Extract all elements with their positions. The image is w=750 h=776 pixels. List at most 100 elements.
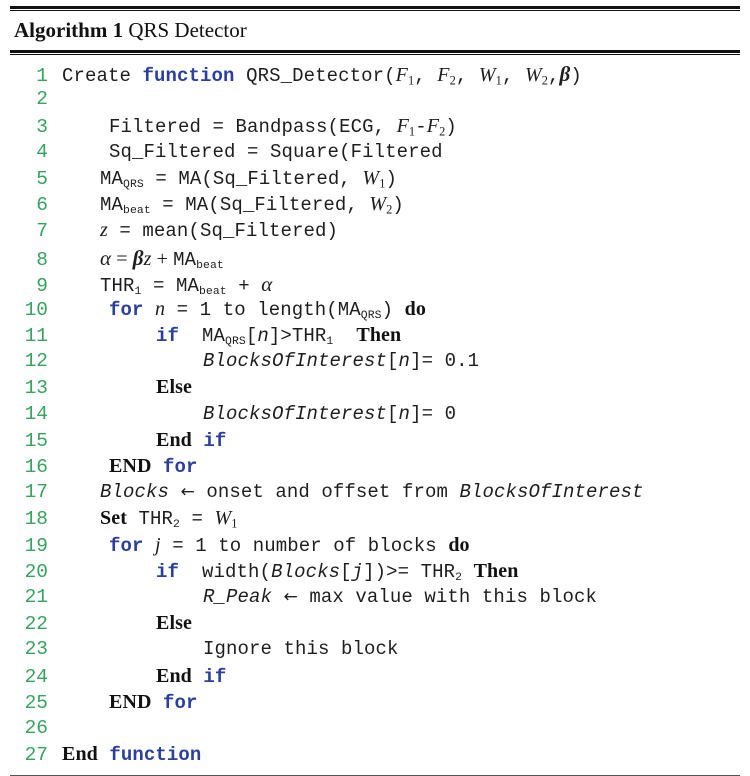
line-content: z = mean(Sq_Filtered)	[100, 219, 338, 243]
var-n: n	[398, 350, 411, 373]
token-to: to	[218, 534, 242, 557]
title-rule	[10, 50, 740, 54]
param-w1: W1	[478, 64, 502, 88]
line-number: 27	[24, 744, 48, 767]
token-thr: THR	[420, 560, 456, 583]
token-number-of-blocks: number of blocks	[252, 534, 437, 557]
value-point-one: 0.1	[444, 350, 480, 373]
code-line: 21 R_Peak ← max value with this block	[0, 586, 750, 612]
line-number: 3	[36, 115, 48, 138]
keyword-function: function	[109, 744, 202, 767]
token-thr: THR	[100, 274, 135, 297]
algorithm-title: Algorithm 1 QRS Detector	[0, 11, 750, 50]
line-content: Ignore this block	[48, 638, 399, 660]
code-line: 22 Else	[0, 612, 750, 638]
line-content: Else	[48, 376, 192, 399]
param-w2: W2	[524, 64, 549, 88]
token-ma: MA	[173, 248, 197, 271]
line-number: 21	[24, 585, 48, 608]
token-sq-filtered: Sq_Filtered	[219, 194, 347, 217]
line-content: End if	[48, 665, 226, 688]
line-number: 18	[24, 508, 48, 531]
line-number: 14	[24, 402, 48, 425]
code-line: 24 End if	[0, 665, 750, 691]
token-sq-filtered: Sq_Filtered	[109, 140, 236, 163]
code-line: 18 Set THR2 = W1	[0, 507, 750, 533]
token-to: to	[222, 298, 246, 321]
code-line: 7 z = mean(Sq_Filtered)	[0, 219, 750, 245]
keyword-function: function	[142, 65, 235, 88]
param-w1: W1	[214, 507, 238, 531]
line-content: Create function QRS_Detector(F1, F2, W1,…	[62, 62, 582, 88]
code-line: 20 if width(Blocks[j])>= THR2 Then	[0, 560, 750, 586]
var-z: z	[100, 219, 108, 242]
token-create: Create	[62, 65, 132, 88]
line-number: 17	[24, 481, 48, 504]
keyword-then: Then	[356, 324, 402, 347]
token-blocks-of-interest: BlocksOfInterest	[203, 402, 388, 425]
algorithm-name: QRS Detector	[128, 18, 247, 42]
token-ecg: ECG	[339, 115, 374, 138]
param-f2: F2	[426, 114, 446, 139]
value-one: 1	[199, 298, 212, 321]
subscript-qrs: QRS	[360, 309, 382, 322]
token-length: length	[257, 298, 327, 321]
token-mean: mean	[142, 220, 189, 243]
keyword-do: do	[448, 533, 470, 556]
keyword-do: do	[404, 297, 426, 320]
line-content: BlocksOfInterest[n]= 0	[203, 402, 457, 425]
keyword-if: if	[203, 429, 227, 452]
pseudocode-body: 1 Create function QRS_Detector(F1, F2, W…	[0, 55, 750, 771]
code-line: 14 BlocksOfInterest[n]= 0	[0, 403, 750, 429]
value-one: 1	[195, 534, 207, 557]
line-content: Set THR2 = W1	[100, 507, 238, 532]
subscript-beat: beat	[123, 205, 151, 218]
token-max-value: max value with this block	[309, 585, 597, 608]
line-number: 15	[24, 429, 48, 452]
code-line: 15 End if	[0, 429, 750, 455]
token-square: Square	[270, 140, 340, 163]
line-content: for j = 1 to number of blocks do	[109, 533, 470, 557]
token-ma: MA	[175, 274, 199, 297]
subscript-beat: beat	[198, 285, 227, 298]
subscript-qrs: QRS	[225, 336, 246, 349]
token-width: width	[202, 560, 260, 583]
keyword-if: if	[156, 325, 180, 348]
var-alpha: α	[261, 271, 273, 296]
token-ma: MA	[100, 194, 124, 217]
line-content: Else	[48, 612, 192, 635]
line-content: MAQRS = MA(Sq_Filtered, W1)	[100, 166, 397, 191]
var-n: n	[257, 325, 269, 348]
token-filtered: Filtered	[109, 115, 202, 138]
keyword-for: for	[163, 691, 198, 714]
token-onset-offset: onset and offset from	[206, 481, 448, 504]
var-beta: β	[132, 245, 144, 270]
param-w2: W2	[369, 193, 393, 217]
token-ma: MA	[202, 325, 226, 348]
code-line: 1 Create function QRS_Detector(F1, F2, W…	[0, 62, 750, 88]
code-line: 19 for j = 1 to number of blocks do	[0, 534, 750, 560]
code-line: 4 Sq_Filtered = Square(Filtered	[0, 141, 750, 167]
token-ma: MA	[100, 167, 124, 190]
subscript-2: 2	[173, 519, 180, 532]
token-blocks-of-interest: BlocksOfInterest	[203, 350, 388, 373]
line-number: 20	[24, 560, 48, 583]
token-thr: THR	[291, 325, 327, 348]
code-line: 10 for n = 1 to length(MAQRS) do	[0, 298, 750, 324]
line-number: 11	[24, 325, 48, 348]
subscript-beat: beat	[196, 259, 224, 272]
param-f2: F2	[437, 64, 456, 88]
line-number: 7	[36, 220, 48, 243]
code-line: 25 END for	[0, 691, 750, 717]
line-number: 23	[24, 638, 48, 661]
token-r-peak: R_Peak	[203, 585, 273, 608]
param-w1: W1	[362, 166, 386, 191]
assign-arrow-icon: ←	[283, 586, 298, 607]
line-content: THR1 = MAbeat + α	[100, 271, 273, 298]
line-content: End function	[48, 743, 201, 766]
keyword-else: Else	[156, 376, 192, 399]
var-j: j	[351, 560, 364, 583]
var-alpha: α	[100, 245, 112, 270]
line-number: 6	[36, 194, 48, 217]
token-blocks-of-interest: BlocksOfInterest	[459, 481, 644, 504]
